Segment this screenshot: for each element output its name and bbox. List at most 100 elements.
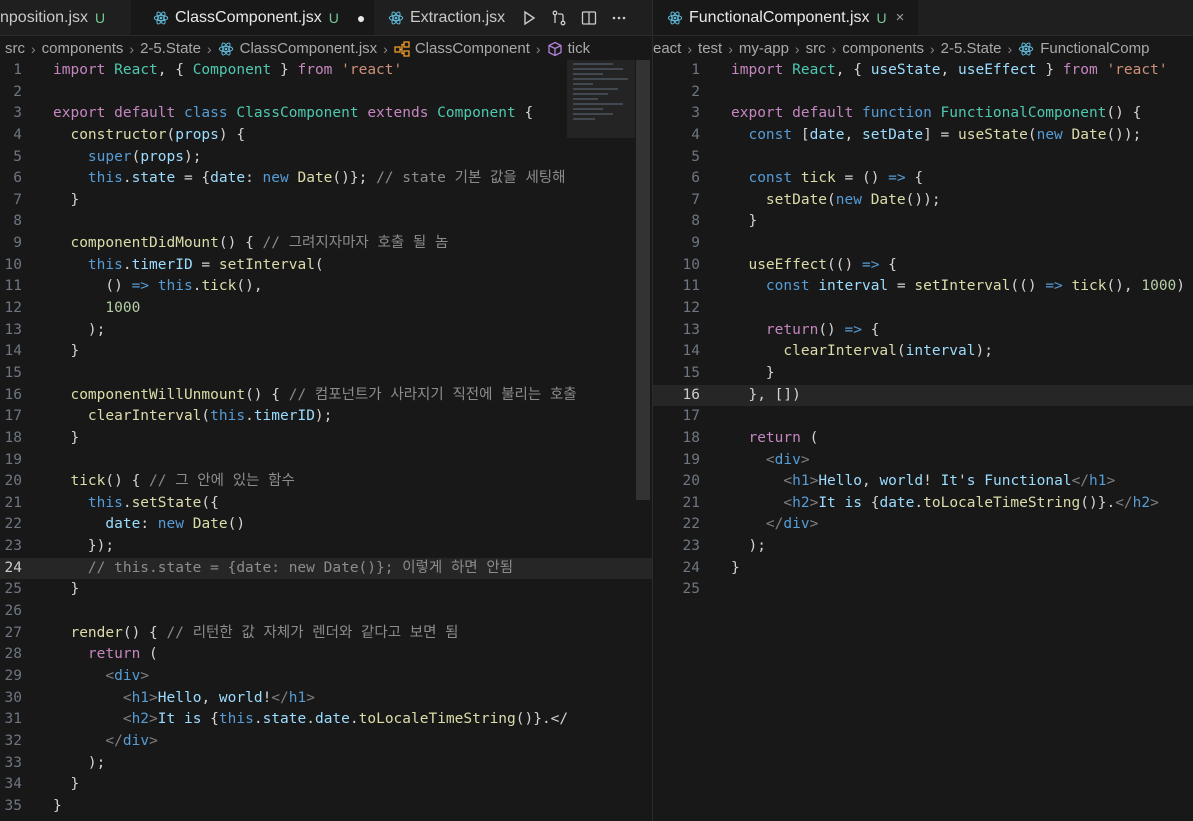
code-line[interactable]: 1 import React, { Component } from 'react… (0, 60, 652, 82)
code-line[interactable]: 22 </div> (653, 514, 1193, 536)
breadcrumb: eact › test › my-app › src › components › 2-5… (653, 36, 1149, 61)
code-line[interactable]: 12 1000 (0, 298, 652, 320)
minimap[interactable] (567, 60, 635, 138)
line-number: 10 (4, 256, 22, 273)
code-line[interactable]: 19 (0, 450, 652, 472)
code-line[interactable]: 27 render() { // 리턴한 값 자체가 렌더와 같다고 보면 됨 (0, 623, 652, 645)
code-line[interactable]: 14 clearInterval(interval); (653, 341, 1193, 363)
code-line[interactable]: 4 constructor(props) { (0, 125, 652, 147)
code-line[interactable]: 20 tick() { // 그 안에 있는 함수 (0, 471, 652, 493)
code-line[interactable]: 14 } (0, 341, 652, 363)
code-line[interactable]: 9 componentDidMount() { // 그려지자마자 호출 될 놈 (0, 233, 652, 255)
code-line[interactable]: 30 <h1>Hello, world!</h1> (0, 688, 652, 710)
code-line[interactable]: 23 ); (653, 536, 1193, 558)
code-line[interactable]: 7 setDate(new Date()); (653, 190, 1193, 212)
code-line[interactable]: 18 return ( (653, 428, 1193, 450)
breadcrumb-item[interactable]: eact (653, 40, 681, 57)
run-icon[interactable] (521, 10, 537, 26)
breadcrumb-item[interactable]: tick (568, 40, 591, 57)
code-line[interactable]: 12 (653, 298, 1193, 320)
unsaved-dot-icon[interactable]: ● (357, 10, 365, 26)
line-number: 17 (4, 408, 22, 425)
code-text: <div> (105, 667, 150, 684)
split-editor-icon[interactable] (581, 10, 597, 26)
code-line[interactable]: 11 const interval = setInterval(() => ti… (653, 276, 1193, 298)
code-line[interactable]: 13 return() => { (653, 320, 1193, 342)
code-line[interactable]: 26 (0, 601, 652, 623)
code-line[interactable]: 11 () => this.tick(), (0, 276, 652, 298)
code-line[interactable]: 16 }, []) (653, 384, 1193, 407)
code-line[interactable]: 17 (653, 406, 1193, 428)
code-line[interactable]: 22 date: new Date() (0, 514, 652, 536)
code-line[interactable]: 19 <div> (653, 450, 1193, 472)
code-text: componentDidMount() { // 그려지자마자 호출 될 놈 (70, 235, 449, 252)
code-line[interactable]: 5 super(props); (0, 147, 652, 169)
breadcrumb-item[interactable]: src (5, 40, 25, 57)
breadcrumb-item[interactable]: 2-5.State (941, 40, 1002, 57)
line-number: 16 (4, 386, 22, 403)
code-line[interactable]: 35} (0, 796, 652, 818)
vertical-scrollbar[interactable] (636, 60, 650, 500)
code-line[interactable]: 20 <h1>Hello, world! It's Functional</h1… (653, 471, 1193, 493)
code-line[interactable]: 3 export default function FunctionalCompo… (653, 103, 1193, 125)
code-line[interactable]: 15 } (653, 363, 1193, 385)
tab-composition[interactable]: nposition.jsx U (0, 0, 130, 35)
code-line[interactable]: 1 import React, { useState, useEffect } f… (653, 60, 1193, 82)
code-line[interactable]: 9 (653, 233, 1193, 255)
code-text: import React, { Component } from 'react' (53, 62, 403, 78)
tab-extraction[interactable]: Extraction.jsx (375, 0, 515, 35)
breadcrumb-item[interactable]: 2-5.State (140, 40, 201, 57)
react-icon (1019, 42, 1034, 55)
code-text: const [date, setDate] = useState(new Dat… (748, 126, 1142, 143)
code-line[interactable]: 16 componentWillUnmount() { // 컴포넌트가 사라지… (0, 385, 652, 407)
code-line[interactable]: 6 const tick = () => { (653, 168, 1193, 190)
code-line[interactable]: 18 } (0, 428, 652, 450)
code-line[interactable]: 13 ); (0, 320, 652, 342)
code-line[interactable]: 3 export default class ClassComponent ext… (0, 103, 652, 125)
code-line[interactable]: 2 (0, 82, 652, 104)
code-line[interactable]: 8 } (653, 211, 1193, 233)
breadcrumb-item[interactable]: components (42, 40, 124, 57)
code-line[interactable]: 10 useEffect(() => { (653, 255, 1193, 277)
code-text: ); (731, 538, 766, 555)
code-editor[interactable]: 1 import React, { Component } from 'react… (0, 60, 652, 817)
code-line[interactable]: 17 clearInterval(this.timerID); (0, 406, 652, 428)
code-line[interactable]: 21 <h2>It is {date.toLocaleTimeString()}… (653, 493, 1193, 515)
code-line[interactable]: 8 (0, 211, 652, 233)
code-line[interactable]: 24 // this.state = {date: new Date()}; 이… (0, 557, 652, 580)
code-line[interactable]: 15 (0, 363, 652, 385)
code-line[interactable]: 4 const [date, setDate] = useState(new D… (653, 125, 1193, 147)
more-icon[interactable] (611, 10, 627, 26)
code-line[interactable]: 28 return ( (0, 644, 652, 666)
code-text: } (53, 191, 80, 208)
code-line[interactable]: 2 (653, 82, 1193, 104)
compare-icon[interactable] (551, 10, 567, 26)
breadcrumb-item[interactable]: test (698, 40, 722, 57)
code-line[interactable]: 7 } (0, 190, 652, 212)
tab-class-component[interactable]: ClassComponent.jsx U ● (131, 0, 374, 35)
breadcrumb-item[interactable]: components (842, 40, 924, 57)
code-line[interactable]: 5 (653, 147, 1193, 169)
breadcrumb-item[interactable]: FunctionalComp (1040, 40, 1149, 57)
code-line[interactable]: 21 this.setState({ (0, 493, 652, 515)
code-text: export default class ClassComponent exte… (53, 105, 534, 122)
code-line[interactable]: 34 } (0, 774, 652, 796)
breadcrumb-item[interactable]: my-app (739, 40, 789, 57)
code-line[interactable]: 25 } (0, 579, 652, 601)
breadcrumb-item[interactable]: src (806, 40, 826, 57)
code-editor[interactable]: 1 import React, { useState, useEffect } f… (653, 60, 1193, 601)
breadcrumb-item[interactable]: ClassComponent (415, 40, 530, 57)
code-line[interactable]: 6 this.state = {date: new Date()}; // st… (0, 168, 652, 190)
code-line[interactable]: 31 <h2>It is {this.state.date.toLocaleTi… (0, 709, 652, 731)
code-line[interactable]: 29 <div> (0, 666, 652, 688)
code-line[interactable]: 32 </div> (0, 731, 652, 753)
breadcrumb-item[interactable]: ClassComponent.jsx (240, 40, 378, 57)
code-line[interactable]: 33 ); (0, 753, 652, 775)
code-line[interactable]: 23 }); (0, 536, 652, 558)
tab-functional-component[interactable]: FunctionalComponent.jsx U × (653, 0, 918, 35)
line-number: 5 (691, 148, 700, 165)
code-line[interactable]: 24} (653, 558, 1193, 580)
code-line[interactable]: 10 this.timerID = setInterval( (0, 255, 652, 277)
close-icon[interactable]: × (896, 9, 905, 26)
code-line[interactable]: 25 (653, 579, 1193, 601)
